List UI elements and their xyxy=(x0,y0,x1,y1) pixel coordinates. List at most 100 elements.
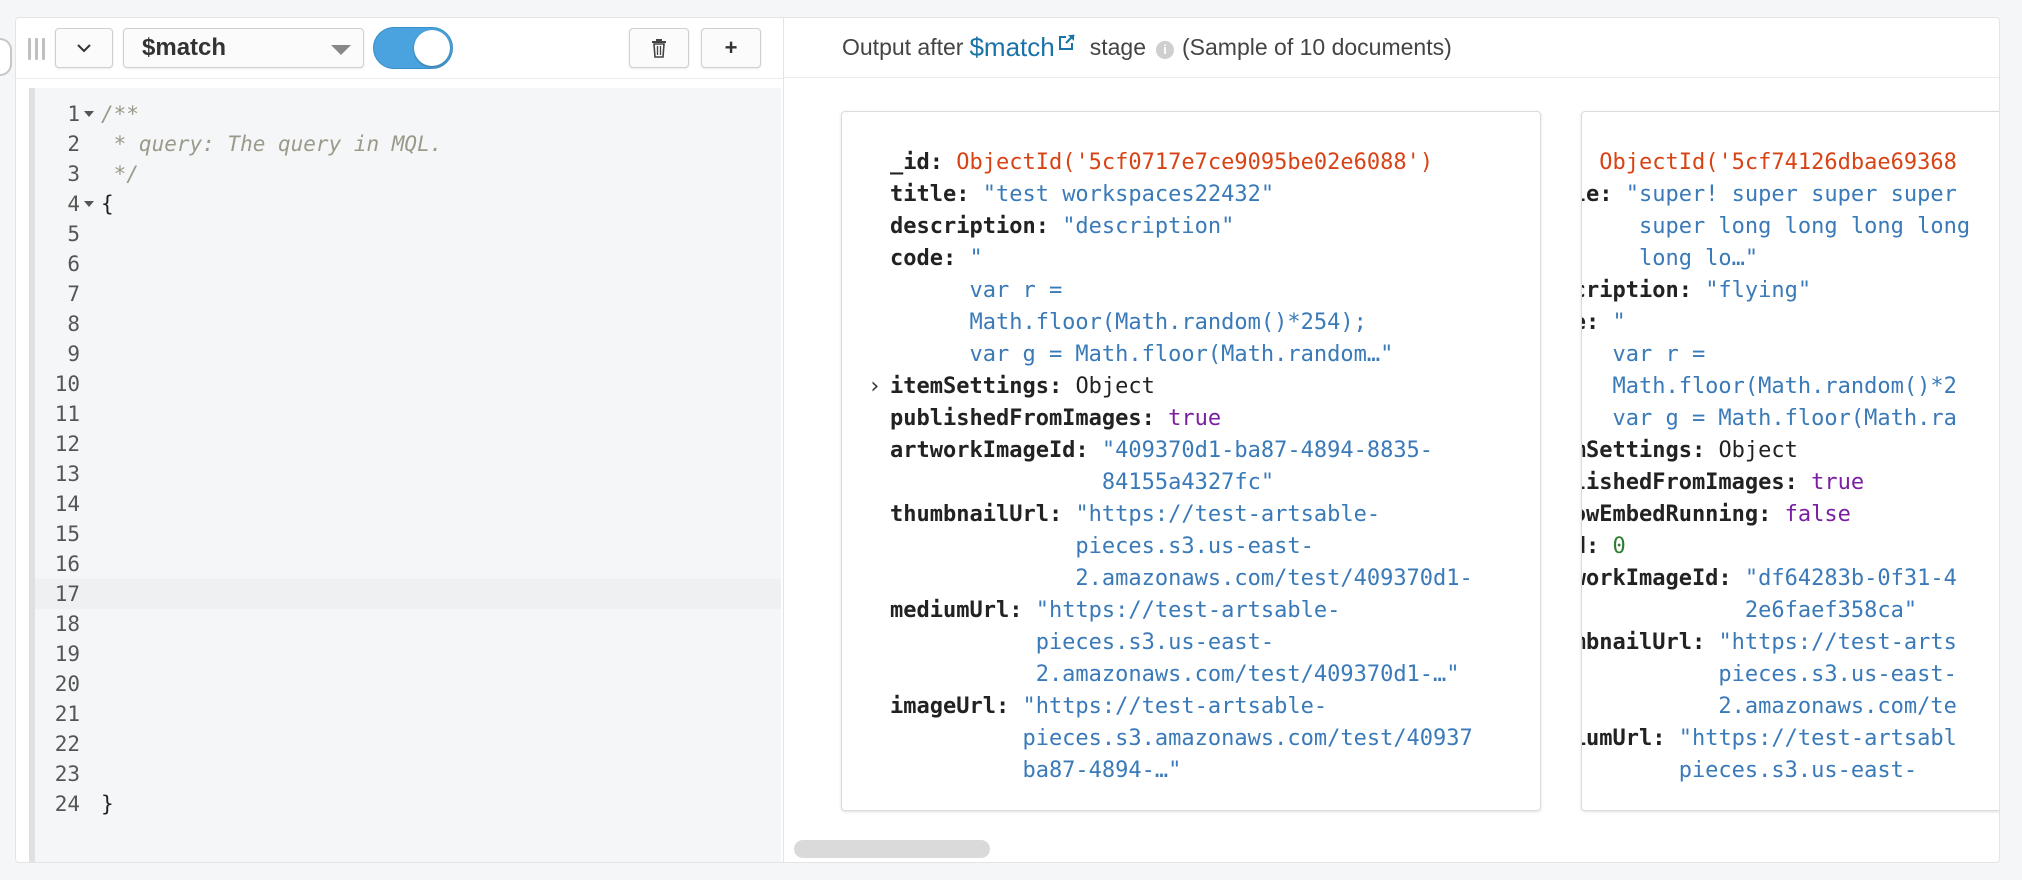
field-key: publishedFromImages: xyxy=(1582,470,1798,495)
document-field-row: allowEmbedRunning: false xyxy=(1582,499,1970,531)
document-field-row: pieces.s3.us-east- xyxy=(1582,659,1970,691)
field-value: true xyxy=(1811,470,1865,495)
line-number: 17 xyxy=(54,582,80,606)
document-field-row: artworkImageId: "409370d1-ba87-4894-8835… xyxy=(890,435,1473,467)
field-value: 2e6faef358ca" xyxy=(1744,598,1918,623)
collapse-stage-button[interactable] xyxy=(55,28,113,68)
editor-line[interactable]: 8 xyxy=(35,309,781,339)
field-value: "https://test-artsable- xyxy=(1035,598,1341,623)
code-editor[interactable]: 1/** 2 * query: The query in MQL. 3 */4{5 6… xyxy=(29,88,781,862)
field-value: pieces.s3.us-east- xyxy=(1718,662,1957,687)
document-field-row: mediumUrl: "https://test-artsabl xyxy=(1582,723,1970,755)
editor-line[interactable]: 19 xyxy=(35,639,781,669)
document-field-row: _id: ObjectId('5cf74126dbae69368 xyxy=(1582,147,1970,179)
drag-handle-icon[interactable] xyxy=(26,38,50,60)
horizontal-scrollbar[interactable] xyxy=(794,840,990,858)
line-number: 10 xyxy=(54,372,80,396)
field-value: 2.amazonaws.com/test/409370d1-…" xyxy=(890,662,1460,687)
editor-line[interactable]: 18 xyxy=(35,609,781,639)
document-field-row: pieces.s3.us-east- xyxy=(890,627,1473,659)
code-text: { xyxy=(101,192,114,216)
editor-line[interactable]: 10 xyxy=(35,369,781,399)
editor-line[interactable]: 17 xyxy=(35,579,781,609)
document-field-row: publishedFromImages: true xyxy=(1582,467,1970,499)
document-fields: _id: ObjectId('5cf74126dbae69368title: "… xyxy=(1582,147,1970,787)
stage-operator-select[interactable]: $match xyxy=(123,28,364,68)
editor-line[interactable]: 1 /** xyxy=(35,99,781,129)
document-field-row: thumbnailUrl: "https://test-artsable- xyxy=(890,499,1473,531)
line-number: 9 xyxy=(67,342,80,366)
field-key: thumbnailUrl: xyxy=(1582,630,1706,655)
document-field-row: pieces.s3.us-east- xyxy=(1582,755,1970,787)
document-field-row: used: 0 xyxy=(1582,531,1970,563)
add-stage-button[interactable]: + xyxy=(701,28,761,68)
editor-line[interactable]: 11 xyxy=(35,399,781,429)
expand-chevron-icon[interactable]: › xyxy=(868,371,881,403)
line-number: 11 xyxy=(54,402,80,426)
editor-line[interactable]: 7 xyxy=(35,279,781,309)
document-field-row: 2.amazonaws.com/te xyxy=(1582,691,1970,723)
field-value: var g = Math.floor(Math.ra xyxy=(1612,406,1957,431)
fold-arrow-icon[interactable] xyxy=(84,111,94,117)
line-number: 18 xyxy=(54,612,80,636)
document-field-row: var g = Math.floor(Math.ra xyxy=(1582,403,1970,435)
field-key: publishedFromImages: xyxy=(890,406,1169,431)
line-number: 21 xyxy=(54,702,80,726)
field-key: description: xyxy=(1582,278,1692,303)
field-value: long lo…" xyxy=(1638,246,1759,271)
field-key: allowEmbedRunning: xyxy=(1582,502,1772,527)
collapse-handle[interactable] xyxy=(0,38,12,76)
editor-line[interactable]: 16 xyxy=(35,549,781,579)
editor-line[interactable]: 9 xyxy=(35,339,781,369)
field-value: 2.amazonaws.com/test/409370d1- xyxy=(890,566,1473,591)
field-value: Object xyxy=(1718,438,1798,463)
info-icon[interactable]: i xyxy=(1156,40,1174,59)
fold-arrow-icon[interactable] xyxy=(84,201,94,207)
line-number: 12 xyxy=(54,432,80,456)
field-value: "https://test-artsabl xyxy=(1678,726,1957,751)
editor-line[interactable]: 23 xyxy=(35,759,781,789)
field-value: pieces.s3.us-east- xyxy=(890,630,1275,655)
editor-line[interactable]: 2 * query: The query in MQL. xyxy=(35,129,781,159)
editor-line[interactable]: 21 xyxy=(35,699,781,729)
editor-line[interactable]: 4{ xyxy=(35,189,781,219)
editor-line[interactable]: 6 xyxy=(35,249,781,279)
editor-line[interactable]: 12 xyxy=(35,429,781,459)
document-field-row: publishedFromImages: true xyxy=(890,403,1473,435)
field-key: _id: xyxy=(890,150,957,175)
editor-line[interactable]: 15 xyxy=(35,519,781,549)
editor-line[interactable]: 24} xyxy=(35,789,781,819)
line-number: 14 xyxy=(54,492,80,516)
document-field-row: var g = Math.floor(Math.random…" xyxy=(890,339,1473,371)
trash-icon xyxy=(652,39,666,58)
stage-enabled-toggle[interactable] xyxy=(373,27,453,69)
editor-line[interactable]: 14 xyxy=(35,489,781,519)
editor-line[interactable]: 5 xyxy=(35,219,781,249)
field-value: ba87-4894-…" xyxy=(890,758,1182,783)
line-number: 3 xyxy=(67,162,80,186)
toggle-knob xyxy=(414,30,450,66)
editor-line[interactable]: 3 */ xyxy=(35,159,781,189)
document-field-row: title: "super! super super super xyxy=(1582,179,1970,211)
field-value: false xyxy=(1784,502,1851,527)
line-number: 13 xyxy=(54,462,80,486)
field-value: 84155a4327fc" xyxy=(890,470,1275,495)
field-value: "https://test-artsable- xyxy=(1022,694,1328,719)
line-number: 15 xyxy=(54,522,80,546)
delete-stage-button[interactable] xyxy=(629,28,689,68)
editor-line[interactable]: 13 xyxy=(35,459,781,489)
stage-toolbar: $match + xyxy=(16,18,783,79)
external-link-icon[interactable] xyxy=(1058,33,1076,51)
field-key[interactable]: itemSettings: xyxy=(890,374,1075,399)
document-field-row: _id: ObjectId('5cf0717e7ce9095be02e6088'… xyxy=(890,147,1473,179)
editor-line[interactable]: 20 xyxy=(35,669,781,699)
field-value: 2.amazonaws.com/te xyxy=(1718,694,1957,719)
field-value: "test workspaces22432" xyxy=(982,182,1275,207)
line-number: 7 xyxy=(67,282,80,306)
code-text: } xyxy=(101,792,114,816)
stage-docs-link[interactable]: $match xyxy=(969,32,1054,63)
document-field-row: imageUrl: "https://test-artsable- xyxy=(890,691,1473,723)
document-field-row: var r = xyxy=(890,275,1473,307)
editor-line[interactable]: 22 xyxy=(35,729,781,759)
document-field-row: 84155a4327fc" xyxy=(890,467,1473,499)
